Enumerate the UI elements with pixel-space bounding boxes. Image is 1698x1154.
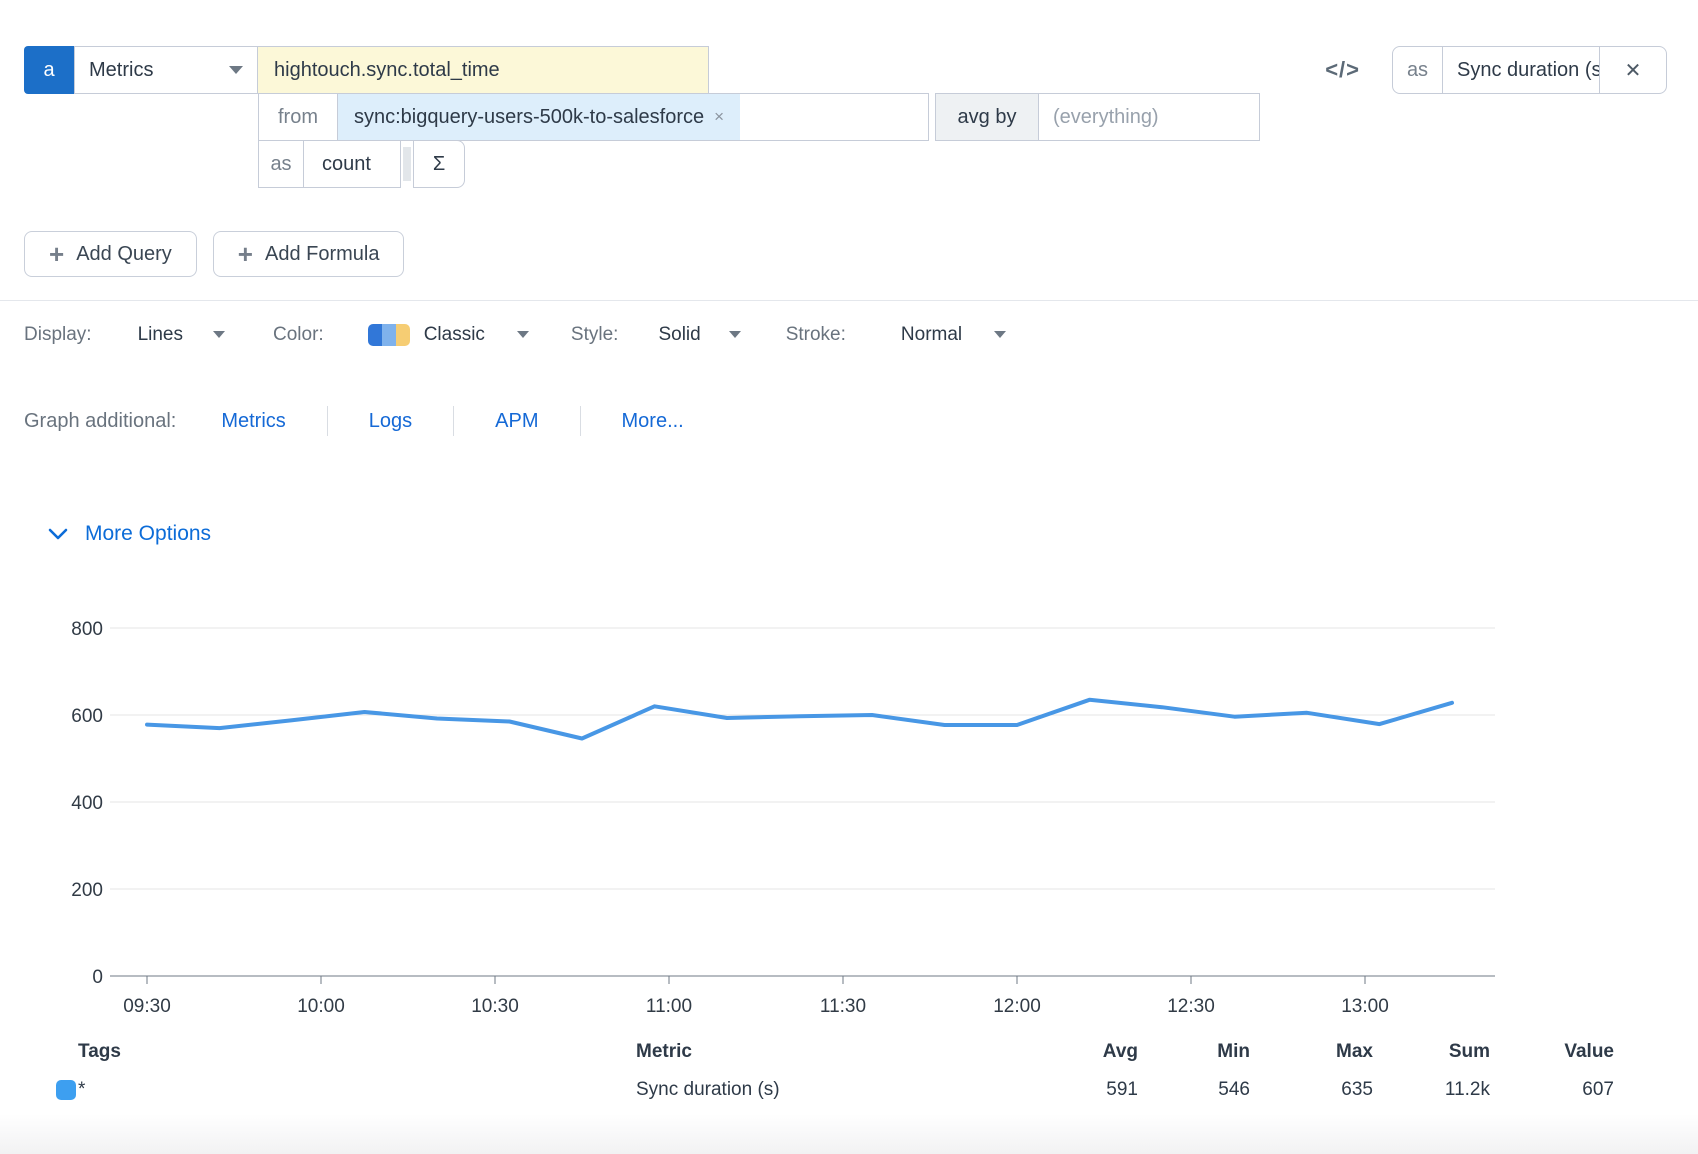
graph-additional-metrics-link[interactable]: Metrics: [180, 410, 326, 433]
display-options-bar: Display: Lines Color: Classic Style: Sol…: [0, 300, 1698, 354]
graph-additional-bar: Graph additional: Metrics Logs APM More.…: [24, 406, 1674, 436]
x-axis-tick-label: 09:30: [123, 996, 171, 1017]
x-axis-tick-label: 11:30: [820, 996, 866, 1017]
graph-additional-apm-link[interactable]: APM: [454, 410, 579, 433]
bottom-fade: [0, 1114, 1698, 1154]
series-metric: Sync duration (s): [636, 1079, 1026, 1101]
add-formula-label: Add Formula: [265, 243, 380, 266]
graph-additional-logs-link[interactable]: Logs: [328, 410, 453, 433]
chevron-down-icon[interactable]: [517, 331, 529, 338]
legend-header-min: Min: [1138, 1041, 1250, 1063]
more-options-toggle[interactable]: More Options: [48, 522, 1674, 546]
code-editor-icon[interactable]: </>: [1325, 57, 1360, 83]
chevron-down-icon[interactable]: [994, 331, 1006, 338]
palette-color-1: [368, 324, 382, 346]
color-palette-swatch[interactable]: [368, 324, 410, 346]
indent: [24, 93, 258, 141]
x-axis-tick-label: 11:00: [646, 996, 692, 1017]
color-label: Color:: [273, 324, 324, 346]
metric-name-field[interactable]: [257, 46, 709, 94]
graph-additional-label: Graph additional:: [24, 410, 176, 433]
add-query-label: Add Query: [76, 243, 172, 266]
query-actions: + Add Query + Add Formula: [24, 231, 1674, 277]
plus-icon: +: [49, 241, 64, 267]
chevron-down-icon[interactable]: [213, 331, 225, 338]
x-axis-tick-label: 10:30: [471, 996, 519, 1017]
as-label: as: [258, 140, 304, 188]
color-scheme-dropdown[interactable]: Classic: [424, 324, 485, 346]
drag-handle[interactable]: [403, 147, 411, 181]
chevron-down-icon[interactable]: [729, 331, 741, 338]
legend-header-avg: Avg: [1026, 1041, 1138, 1063]
series-line: [147, 700, 1452, 739]
group-by-field[interactable]: [1038, 93, 1260, 141]
y-axis-tick-label: 0: [92, 967, 103, 988]
x-axis-tick-label: 12:00: [993, 996, 1041, 1017]
y-axis-tick-label: 800: [71, 619, 103, 640]
series-value: 607: [1490, 1079, 1614, 1101]
close-icon[interactable]: ✕: [1600, 47, 1666, 93]
chart-svg: 0 200 400 600 800 09:30 10:00 10:30 11:00 11:30 12…: [40, 560, 1500, 1026]
more-options-label: More Options: [85, 522, 211, 546]
legend-header-max: Max: [1250, 1041, 1373, 1063]
x-axis-tick-label: 12:30: [1167, 996, 1215, 1017]
legend-header-metric: Metric: [636, 1041, 1026, 1063]
graph-additional-more-link[interactable]: More...: [581, 410, 725, 433]
legend-series-row[interactable]: * Sync duration (s) 591 546 635 11.2k 60…: [0, 1069, 1698, 1111]
series-color-swatch: [56, 1080, 76, 1100]
display-label: Display:: [24, 324, 92, 346]
sigma-function-button[interactable]: Σ: [413, 140, 465, 188]
query-builder: a Metrics </> as Sync duration (s) ✕ fro…: [24, 46, 1674, 188]
series-tags: *: [78, 1079, 636, 1101]
y-axis-tick-label: 600: [71, 706, 103, 727]
query-row-main: a Metrics </> as Sync duration (s) ✕: [24, 46, 1674, 94]
data-source-label: Metrics: [89, 59, 153, 82]
spacer: [709, 46, 1325, 94]
chevron-down-icon: [48, 528, 68, 540]
legend-header-sum: Sum: [1373, 1041, 1490, 1063]
style-dropdown[interactable]: Solid: [658, 324, 700, 346]
legend-header-tags: Tags: [78, 1041, 636, 1063]
timeseries-chart[interactable]: 0 200 400 600 800 09:30 10:00 10:30 11:00 11:30 12…: [40, 560, 1674, 1031]
series-avg: 591: [1026, 1079, 1138, 1101]
metric-name-input[interactable]: [274, 59, 692, 82]
query-row-from: from sync:bigquery-users-500k-to-salesfo…: [24, 93, 1674, 141]
x-axis-tick-label: 13:00: [1341, 996, 1389, 1017]
y-axis-tick-label: 400: [71, 793, 103, 814]
alias-as-label: as: [1393, 47, 1443, 93]
filter-field[interactable]: sync:bigquery-users-500k-to-salesforce ×: [337, 93, 929, 141]
metric-query-editor: a Metrics </> as Sync duration (s) ✕ fro…: [0, 0, 1698, 1154]
query-row-as: as count Σ: [24, 140, 1674, 188]
data-source-dropdown[interactable]: Metrics: [74, 46, 258, 94]
chevron-down-icon: [229, 66, 243, 74]
add-query-button[interactable]: + Add Query: [24, 231, 197, 277]
legend-header-value: Value: [1490, 1041, 1614, 1063]
from-label: from: [258, 93, 338, 141]
alias-group: as Sync duration (s) ✕: [1392, 46, 1667, 94]
alias-input[interactable]: Sync duration (s): [1443, 47, 1600, 93]
palette-color-2: [382, 324, 396, 346]
aggregator-button[interactable]: avg by: [935, 93, 1039, 141]
palette-color-3: [396, 324, 410, 346]
style-label: Style:: [571, 324, 619, 346]
plus-icon: +: [238, 241, 253, 267]
stroke-dropdown[interactable]: Normal: [901, 324, 962, 346]
filter-tag-text: sync:bigquery-users-500k-to-salesforce: [354, 106, 704, 129]
indent: [24, 140, 258, 188]
legend-table: Tags Metric Avg Min Max Sum Value * Sync…: [0, 1035, 1698, 1111]
rollup-dropdown[interactable]: count: [303, 140, 401, 188]
series-max: 635: [1250, 1079, 1373, 1101]
y-axis-tick-label: 200: [71, 880, 103, 901]
remove-tag-icon[interactable]: ×: [714, 107, 724, 127]
x-axis-tick-label: 10:00: [297, 996, 345, 1017]
filter-tag[interactable]: sync:bigquery-users-500k-to-salesforce ×: [338, 94, 740, 140]
add-formula-button[interactable]: + Add Formula: [213, 231, 405, 277]
query-letter-badge: a: [24, 46, 74, 94]
series-sum: 11.2k: [1373, 1079, 1490, 1101]
group-by-input[interactable]: [1053, 106, 1245, 129]
stroke-label: Stroke:: [786, 324, 846, 346]
display-type-dropdown[interactable]: Lines: [138, 324, 183, 346]
series-min: 546: [1138, 1079, 1250, 1101]
legend-header-row: Tags Metric Avg Min Max Sum Value: [0, 1035, 1698, 1069]
